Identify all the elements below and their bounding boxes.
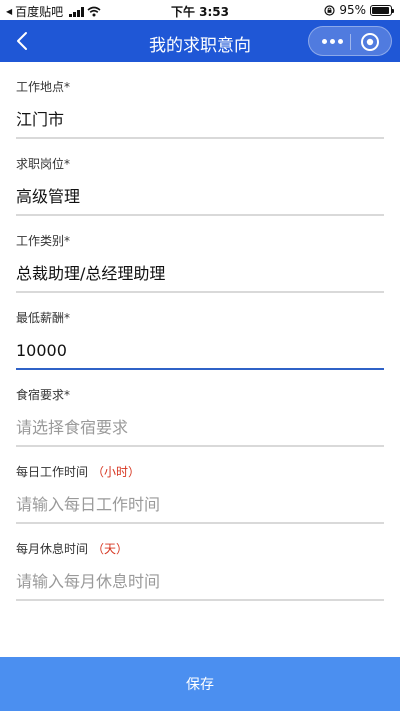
- daily-hours-input[interactable]: [16, 493, 384, 517]
- battery-icon: [370, 4, 394, 16]
- status-right: 95%: [324, 3, 394, 17]
- field-min-salary: 最低薪酬*: [16, 293, 384, 371]
- monthly-rest-input[interactable]: [16, 570, 384, 594]
- field-job-category: 工作类别* 总裁助理/总经理助理: [16, 216, 384, 294]
- job-category-select[interactable]: 总裁助理/总经理助理: [16, 262, 384, 286]
- field-daily-hours: 每日工作时间 （小时）: [16, 447, 384, 525]
- job-position-select[interactable]: 高级管理: [16, 185, 384, 209]
- field-monthly-rest: 每月休息时间 （天）: [16, 524, 384, 602]
- field-label: 每日工作时间 （小时）: [16, 465, 141, 479]
- target-close-icon[interactable]: [357, 29, 383, 55]
- field-job-position: 求职岗位* 高级管理: [16, 139, 384, 217]
- more-dots-icon[interactable]: [317, 27, 347, 55]
- min-salary-input[interactable]: [16, 339, 384, 363]
- field-label: 工作类别*: [16, 234, 71, 248]
- battery-fill: [372, 6, 390, 14]
- orientation-lock-icon: [324, 4, 335, 16]
- status-bar: ◀ 百度贴吧 下午 3:53 95%: [0, 0, 400, 20]
- field-label: 食宿要求*: [16, 388, 71, 402]
- capsule-divider: [350, 34, 351, 50]
- field-label: 每月休息时间 （天）: [16, 542, 129, 556]
- board-lodging-select[interactable]: 请选择食宿要求: [16, 416, 384, 440]
- work-location-select[interactable]: 江门市: [16, 108, 384, 132]
- save-button[interactable]: 保存: [0, 657, 400, 711]
- field-label: 工作地点*: [16, 80, 71, 94]
- field-board-lodging: 食宿要求* 请选择食宿要求: [16, 370, 384, 448]
- nav-bar: 我的求职意向: [0, 20, 400, 62]
- field-work-location: 工作地点* 江门市: [16, 62, 384, 140]
- mini-program-capsule: [308, 26, 392, 56]
- field-label: 最低薪酬*: [16, 311, 71, 325]
- field-label: 求职岗位*: [16, 157, 71, 171]
- battery-percent: 95%: [339, 3, 366, 17]
- field-underline: [16, 599, 384, 601]
